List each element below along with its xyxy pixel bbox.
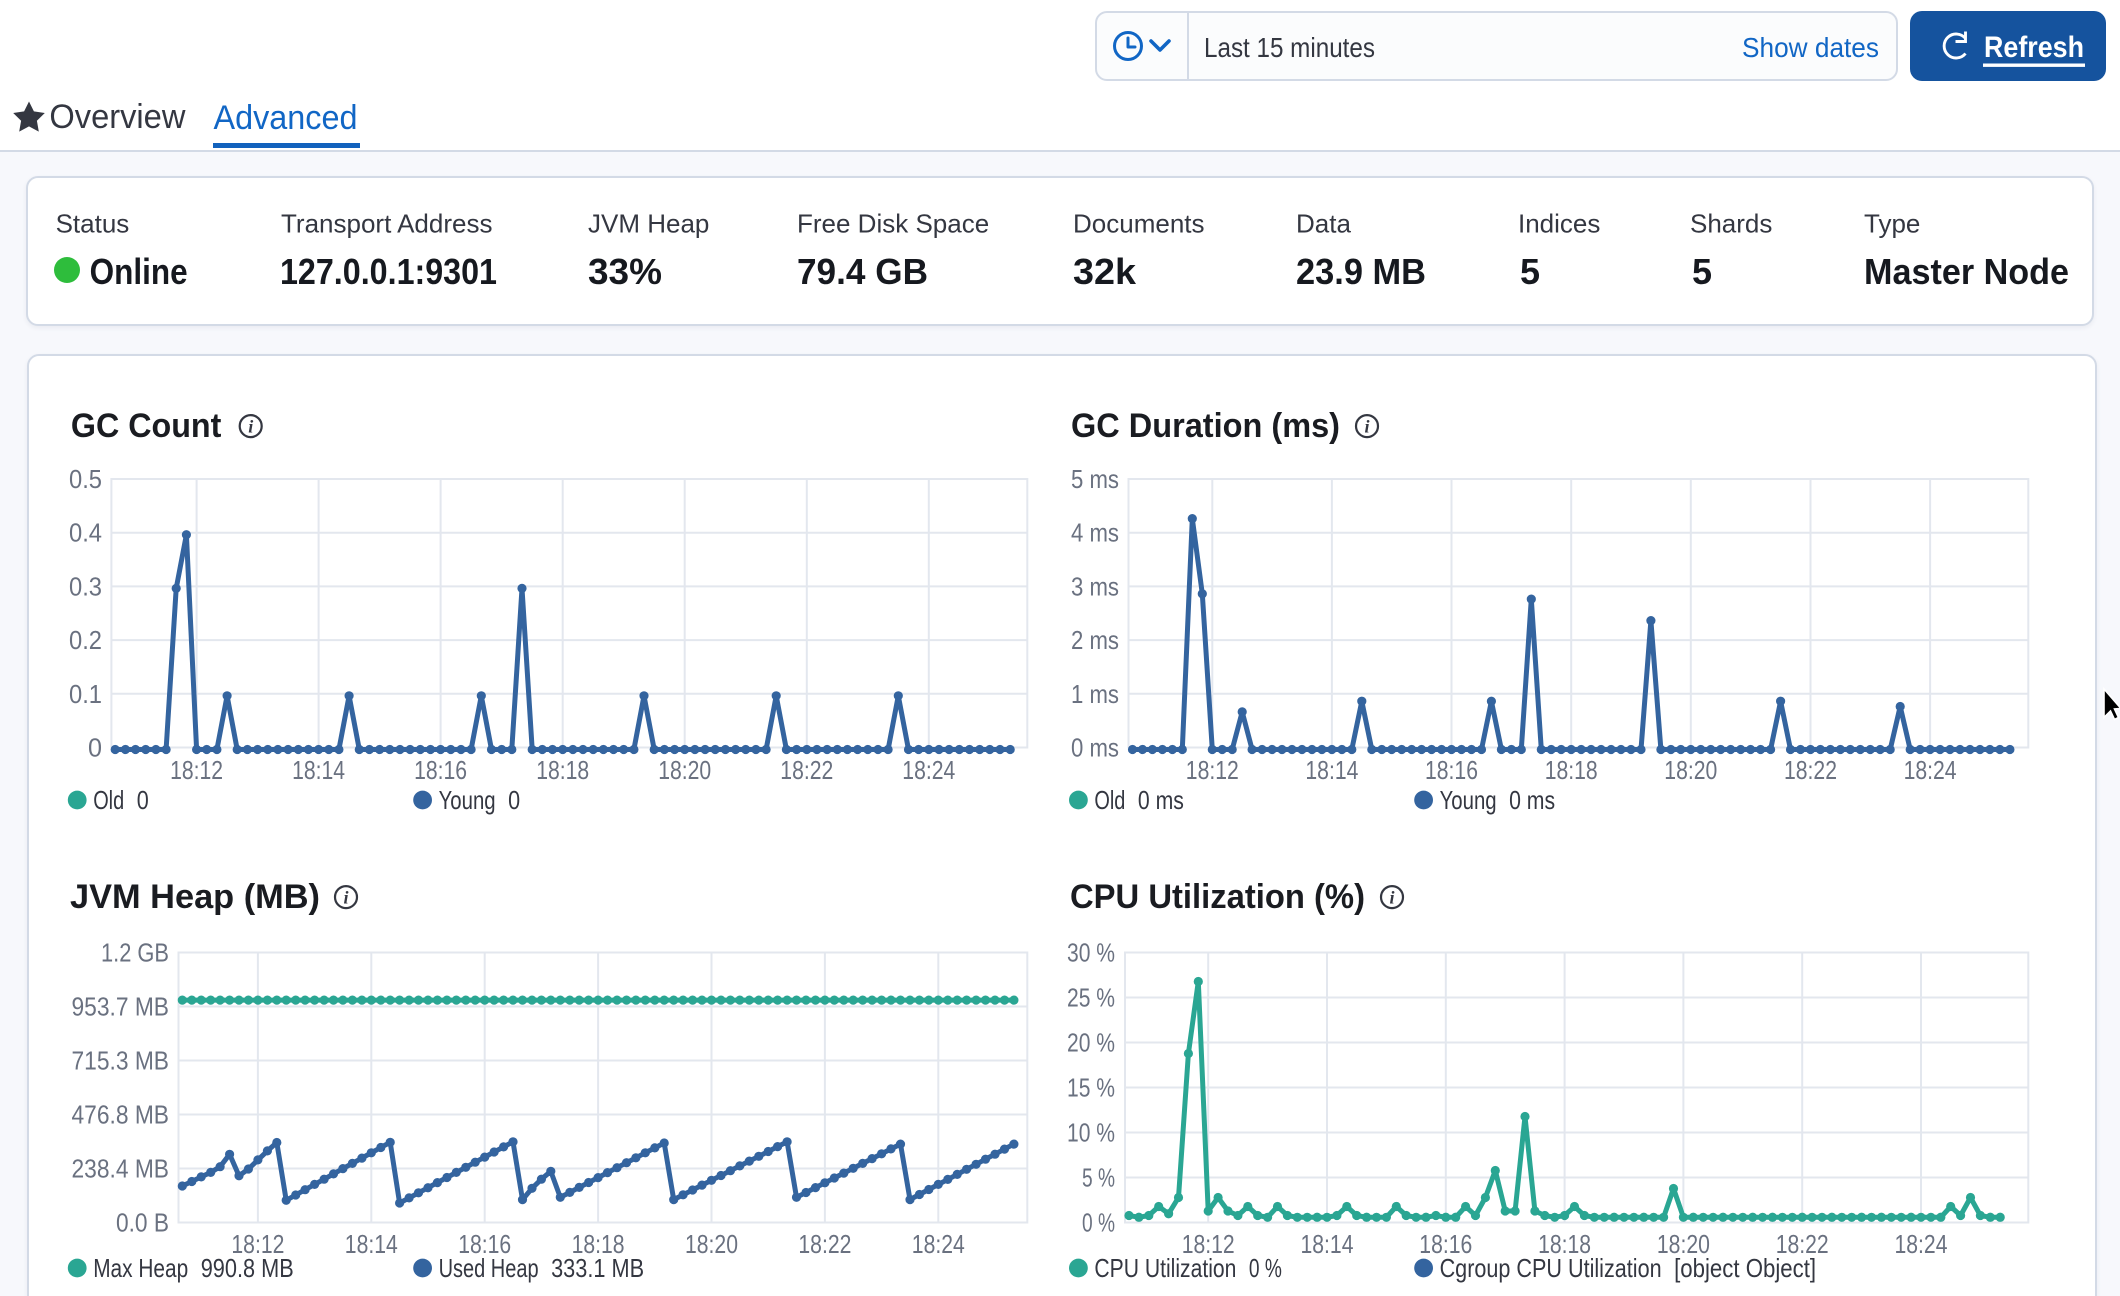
svg-text:18:20: 18:20 — [685, 1229, 738, 1259]
svg-text:Old: Old — [1094, 785, 1125, 815]
svg-text:79.4 GB: 79.4 GB — [797, 251, 928, 292]
svg-text:GC Count: GC Count — [71, 407, 222, 445]
svg-text:CPU Utilization: CPU Utilization — [1094, 1253, 1236, 1283]
svg-text:CPU Utilization (%): CPU Utilization (%) — [1070, 878, 1365, 916]
svg-text:Last 15 minutes: Last 15 minutes — [1204, 32, 1375, 63]
svg-text:18:24: 18:24 — [1904, 755, 1957, 785]
svg-text:Data: Data — [1296, 209, 1351, 239]
svg-text:18:16: 18:16 — [414, 755, 467, 785]
svg-text:715.3 MB: 715.3 MB — [72, 1046, 170, 1076]
svg-text:0: 0 — [137, 785, 149, 815]
svg-text:18:18: 18:18 — [536, 755, 589, 785]
svg-text:30 %: 30 % — [1067, 938, 1115, 968]
svg-text:[object Object]: [object Object] — [1674, 1253, 1816, 1283]
svg-text:Cgroup CPU Utilization: Cgroup CPU Utilization — [1440, 1253, 1662, 1283]
svg-text:15 %: 15 % — [1067, 1073, 1115, 1103]
svg-text:18:14: 18:14 — [292, 755, 345, 785]
svg-text:4 ms: 4 ms — [1071, 518, 1119, 548]
svg-text:Transport Address: Transport Address — [281, 209, 492, 239]
svg-text:Max Heap: Max Heap — [93, 1253, 188, 1283]
svg-text:20 %: 20 % — [1067, 1028, 1115, 1058]
svg-text:0 ms: 0 ms — [1138, 785, 1184, 815]
svg-text:18:24: 18:24 — [902, 755, 955, 785]
svg-text:0.1: 0.1 — [69, 679, 102, 709]
svg-text:JVM Heap: JVM Heap — [588, 209, 709, 239]
svg-text:18:16: 18:16 — [1425, 755, 1478, 785]
svg-text:GC Duration (ms): GC Duration (ms) — [1071, 407, 1340, 445]
svg-text:0 %: 0 % — [1082, 1208, 1115, 1238]
svg-text:Free Disk Space: Free Disk Space — [797, 209, 989, 239]
svg-text:i: i — [248, 417, 253, 437]
svg-text:18:22: 18:22 — [780, 755, 833, 785]
svg-text:Overview: Overview — [49, 98, 185, 136]
svg-text:333.1 MB: 333.1 MB — [551, 1253, 644, 1283]
svg-text:0 ms: 0 ms — [1071, 733, 1119, 763]
svg-text:Master Node: Master Node — [1864, 251, 2069, 292]
svg-text:5 ms: 5 ms — [1071, 464, 1119, 494]
svg-text:Indices: Indices — [1518, 209, 1600, 239]
svg-text:JVM Heap (MB): JVM Heap (MB) — [70, 878, 320, 916]
svg-text:5: 5 — [1692, 251, 1712, 292]
svg-text:Online: Online — [90, 251, 188, 292]
svg-text:1.2 GB: 1.2 GB — [101, 938, 169, 968]
svg-text:25 %: 25 % — [1067, 983, 1115, 1013]
svg-text:Used Heap: Used Heap — [439, 1253, 539, 1283]
svg-text:Shards: Shards — [1690, 209, 1772, 239]
svg-text:10 %: 10 % — [1067, 1118, 1115, 1148]
svg-text:0.4: 0.4 — [69, 518, 102, 548]
svg-text:23.9 MB: 23.9 MB — [1296, 251, 1426, 292]
svg-text:18:24: 18:24 — [1895, 1229, 1948, 1259]
svg-text:i: i — [343, 888, 348, 908]
svg-text:0.2: 0.2 — [69, 625, 102, 655]
svg-text:5: 5 — [1520, 251, 1540, 292]
svg-text:18:22: 18:22 — [798, 1229, 851, 1259]
svg-text:0.5: 0.5 — [69, 464, 102, 494]
svg-text:953.7 MB: 953.7 MB — [72, 992, 170, 1022]
svg-text:0.3: 0.3 — [69, 571, 102, 601]
svg-text:5 %: 5 % — [1082, 1163, 1115, 1193]
svg-text:i: i — [1364, 417, 1369, 437]
svg-text:Advanced: Advanced — [214, 99, 358, 137]
svg-text:i: i — [1389, 888, 1394, 908]
svg-text:Documents: Documents — [1073, 209, 1205, 239]
svg-text:Show dates: Show dates — [1742, 32, 1879, 63]
svg-text:33%: 33% — [588, 251, 662, 292]
svg-text:0: 0 — [508, 785, 520, 815]
svg-text:18:14: 18:14 — [1305, 755, 1358, 785]
svg-text:Young: Young — [439, 785, 496, 815]
svg-text:476.8 MB: 476.8 MB — [72, 1100, 170, 1130]
svg-text:Old: Old — [93, 785, 124, 815]
svg-text:127.0.0.1:9301: 127.0.0.1:9301 — [280, 251, 497, 292]
svg-text:1 ms: 1 ms — [1071, 679, 1119, 709]
svg-text:Status: Status — [56, 209, 130, 239]
svg-text:18:24: 18:24 — [912, 1229, 965, 1259]
svg-text:0 %: 0 % — [1249, 1253, 1282, 1283]
svg-text:2 ms: 2 ms — [1071, 625, 1119, 655]
svg-text:18:20: 18:20 — [658, 755, 711, 785]
svg-text:18:12: 18:12 — [1186, 755, 1239, 785]
svg-text:18:12: 18:12 — [170, 755, 223, 785]
svg-text:18:22: 18:22 — [1784, 755, 1837, 785]
svg-text:18:18: 18:18 — [1545, 755, 1598, 785]
svg-text:Young: Young — [1440, 785, 1497, 815]
svg-text:238.4 MB: 238.4 MB — [72, 1154, 170, 1184]
svg-text:Refresh: Refresh — [1984, 31, 2084, 64]
svg-text:3 ms: 3 ms — [1071, 571, 1119, 601]
svg-text:18:14: 18:14 — [345, 1229, 398, 1259]
svg-text:0 ms: 0 ms — [1509, 785, 1555, 815]
svg-text:990.8 MB: 990.8 MB — [201, 1253, 294, 1283]
svg-text:32k: 32k — [1073, 251, 1137, 292]
svg-text:0.0 B: 0.0 B — [116, 1208, 169, 1238]
svg-text:Type: Type — [1864, 209, 1920, 239]
svg-text:18:14: 18:14 — [1301, 1229, 1354, 1259]
svg-text:18:20: 18:20 — [1664, 755, 1717, 785]
svg-text:0: 0 — [88, 733, 102, 763]
